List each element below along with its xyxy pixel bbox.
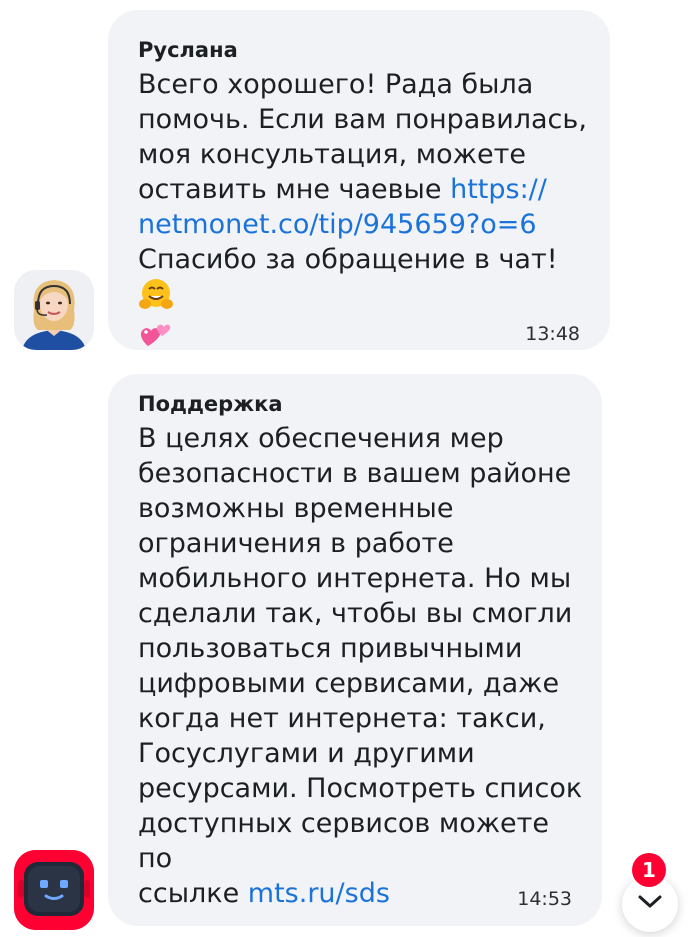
message-text: В целях обеспечения мер безопасности в в… — [138, 421, 588, 911]
message-line: когда нет интернета: такси, — [138, 703, 546, 734]
message-line: ограничения в работе — [138, 528, 454, 559]
message-line: безопасности в вашем районе — [138, 458, 572, 489]
hugging-face-emoji — [138, 277, 174, 320]
message-line: Всего хорошего! Рада была — [138, 69, 534, 100]
tip-link[interactable]: https:// — [450, 174, 547, 205]
two-hearts-emoji — [138, 320, 174, 359]
message-text: Всего хорошего! Рада была помочь. Если в… — [138, 67, 598, 359]
message-line: сделали так, чтобы вы смогли — [138, 598, 573, 629]
services-link[interactable]: mts.ru/sds — [248, 878, 390, 909]
chevron-down-icon — [637, 894, 663, 914]
message-line: В целях обеспечения мер — [138, 423, 504, 454]
message-bubble-support: Поддержка В целях обеспечения мер безопа… — [108, 374, 602, 926]
sender-name: Поддержка — [138, 392, 283, 416]
message-line: цифровыми сервисами, даже — [138, 668, 560, 699]
message-line: помочь. Если вам понравилась, — [138, 104, 587, 135]
message-line: Госуслугами и другими — [138, 738, 475, 769]
tip-link-continued[interactable]: netmonet.co/tip/945659?o=6 — [138, 209, 537, 240]
message-line: моя консультация, можете — [138, 139, 526, 170]
message-line: возможны временные — [138, 493, 454, 524]
robot-bot-avatar — [14, 850, 94, 930]
support-agent-avatar — [14, 270, 94, 350]
message-line: мобильного интернета. Но мы — [138, 563, 572, 594]
message-timestamp: 14:53 — [517, 888, 572, 910]
message-timestamp: 13:48 — [525, 323, 580, 345]
unread-count-badge: 1 — [632, 853, 666, 887]
message-line: оставить мне чаевые https:// — [138, 174, 547, 205]
message-line: пользоваться привычными — [138, 633, 523, 664]
message-line: netmonet.co/tip/945659?o=6 — [138, 207, 598, 242]
message-line: Спасибо за обращение в чат! — [138, 242, 598, 320]
message-line: ресурсами. Посмотреть список — [138, 773, 583, 804]
sender-name: Руслана — [138, 38, 238, 62]
message-bubble-ruslana: Руслана Всего хорошего! Рада была помочь… — [108, 10, 610, 350]
message-line: доступных сервисов можете по — [138, 808, 549, 874]
